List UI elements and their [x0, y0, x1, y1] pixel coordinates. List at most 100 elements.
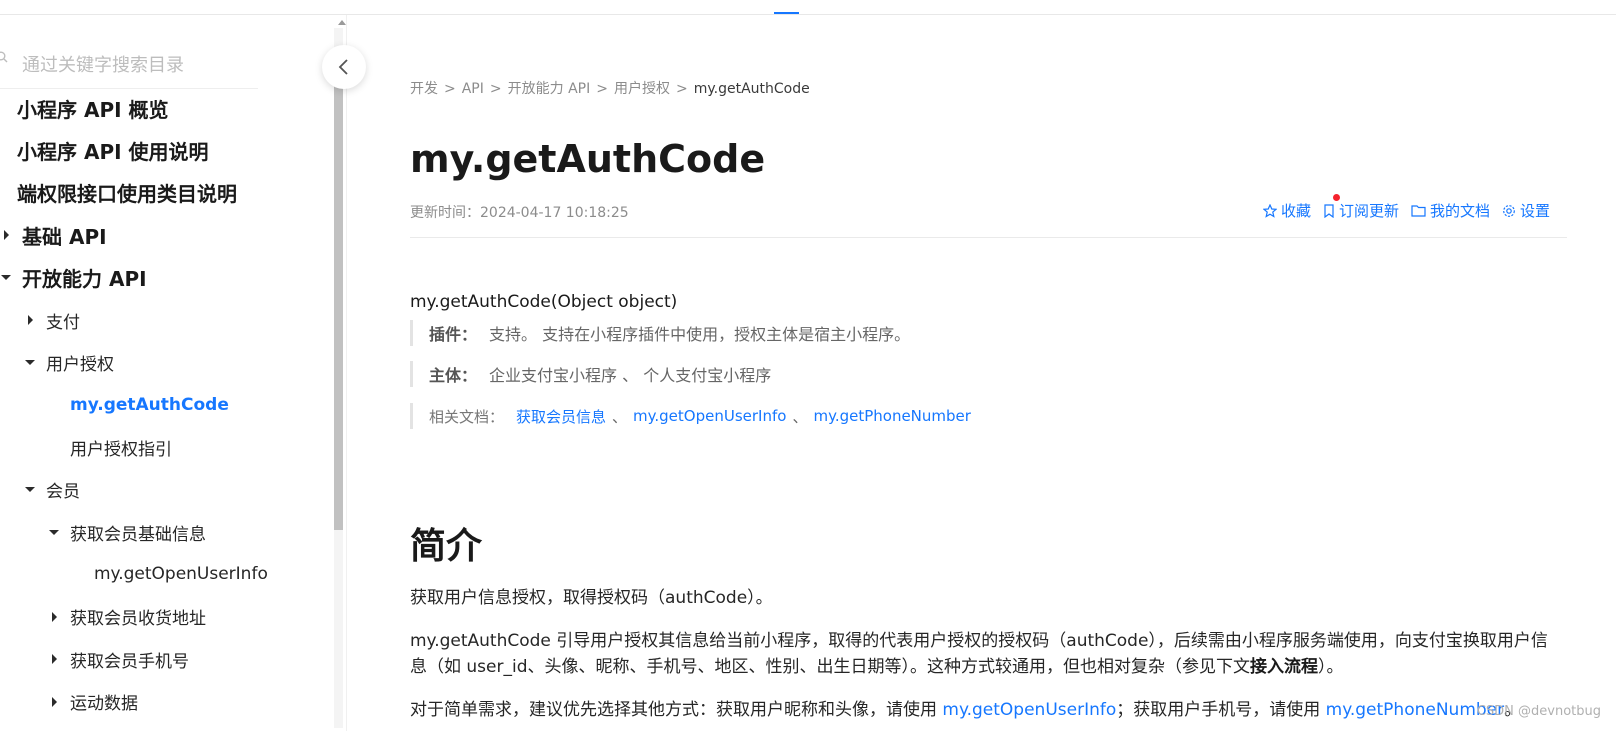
sidebar-scroll-thumb[interactable]: [334, 60, 343, 530]
catalog-search: [0, 37, 258, 89]
doc-content: 开发 > API > 开放能力 API > 用户授权 > my.getAuthCode my.g…: [410, 0, 1616, 731]
divider: [410, 237, 1567, 238]
scroll-up-arrow[interactable]: [338, 20, 346, 25]
sidebar-item-label: 小程序 API 概览: [17, 97, 169, 122]
subscribe-button[interactable]: 订阅更新: [1323, 194, 1399, 221]
meta-subject-value: 企业支付宝小程序 、 个人支付宝小程序: [489, 366, 772, 385]
related-link[interactable]: my.getOpenUserInfo: [633, 407, 786, 425]
sidebar-item[interactable]: 小程序 API 概览: [0, 93, 169, 123]
sidebar-item[interactable]: 支付: [24, 305, 80, 335]
folder-icon: [1411, 205, 1426, 217]
sidebar-item[interactable]: 运动数据: [48, 687, 138, 717]
sidebar-item-label: 支付: [46, 312, 80, 333]
favorite-button[interactable]: 收藏: [1262, 200, 1311, 221]
breadcrumb-item[interactable]: 开发: [410, 81, 438, 97]
sidebar-item-label: 开放能力 API: [22, 267, 147, 292]
sidebar-item-label: 获取会员基础信息: [70, 524, 206, 545]
breadcrumb-separator: >: [444, 81, 456, 97]
sidebar-item-label: 小程序 API 使用说明: [17, 139, 209, 164]
breadcrumb-current: my.getAuthCode: [693, 81, 810, 97]
watermark: CSDN @devnotbug: [1476, 704, 1601, 719]
related-link[interactable]: 获取会员信息: [516, 406, 606, 427]
sidebar-item-label: 获取会员收货地址: [70, 609, 206, 630]
notification-dot: [1332, 194, 1340, 201]
sidebar-item[interactable]: 获取会员收货地址: [48, 602, 206, 632]
api-signature: my.getAuthCode(Object object): [410, 292, 678, 312]
doc-actions: 收藏 订阅更新 我的文档 设置: [1262, 194, 1550, 221]
sidebar-item[interactable]: 用户授权指引: [48, 432, 172, 462]
sidebar-item-label: my.getAuthCode: [70, 394, 229, 415]
collapse-sidebar-button[interactable]: [322, 45, 366, 89]
meta-subject: 主体： 企业支付宝小程序 、 个人支付宝小程序: [410, 361, 771, 387]
sidebar-item[interactable]: my.getAuthCode: [48, 390, 229, 420]
page-title: my.getAuthCode: [410, 137, 766, 181]
sidebar-item-label: 端权限接口使用类目说明: [17, 182, 237, 207]
sidebar-item[interactable]: my.getOpenUserInfo: [72, 559, 268, 589]
settings-button[interactable]: 设置: [1502, 200, 1550, 221]
breadcrumb-item[interactable]: 用户授权: [614, 81, 670, 97]
breadcrumb-item[interactable]: 开放能力 API: [508, 81, 591, 97]
breadcrumb: 开发 > API > 开放能力 API > 用户授权 > my.getAuthCode: [410, 78, 810, 98]
sidebar-item[interactable]: 获取会员手机号: [48, 644, 189, 674]
caret-right-icon: [24, 314, 36, 326]
breadcrumb-separator: >: [675, 81, 688, 97]
sidebar-item-label: 获取会员手机号: [70, 651, 189, 672]
sidebar-item-label: 会员: [46, 482, 80, 503]
meta-plugin: 插件： 支持。 支持在小程序插件中使用，授权主体是宿主小程序。: [410, 320, 910, 346]
meta-plugin-label: 插件：: [429, 325, 478, 344]
sidebar-item[interactable]: 获取会员基础信息: [48, 517, 206, 547]
bookmark-icon: [1324, 203, 1334, 218]
sidebar-item-label: my.getOpenUserInfo: [94, 564, 268, 585]
search-input[interactable]: [22, 51, 252, 79]
sidebar-item-label: 用户授权: [46, 354, 114, 375]
sidebar-item[interactable]: 基础 API: [0, 220, 107, 250]
breadcrumb-separator: >: [489, 81, 502, 97]
intro-paragraph: 获取用户信息授权，取得授权码（authCode）。: [410, 588, 773, 608]
updated-time: 更新时间：2024-04-17 10:18:25: [410, 205, 629, 221]
caret-down-icon: [24, 484, 36, 496]
breadcrumb-item[interactable]: API: [462, 81, 484, 97]
related-link[interactable]: my.getPhoneNumber: [813, 407, 970, 425]
caret-down-icon: [0, 272, 12, 284]
subscribe-label: 订阅更新: [1338, 202, 1399, 220]
sidebar-item-label: 用户授权指引: [70, 439, 172, 460]
intro-text: my.getAuthCode 引导用户授权其信息给当前小程序，取得的代表用户授权…: [410, 631, 1548, 677]
intro-paragraph: my.getAuthCode 引导用户授权其信息给当前小程序，取得的代表用户授权…: [410, 628, 1550, 680]
caret-down-icon: [24, 356, 36, 368]
settings-label: 设置: [1519, 202, 1550, 220]
sidebar-item-label: 基础 API: [22, 224, 107, 249]
caret-right-icon: [48, 653, 60, 665]
sidebar-item[interactable]: 开放能力 API: [0, 263, 147, 293]
caret-right-icon: [48, 696, 60, 708]
sidebar-item[interactable]: 会员: [24, 475, 80, 505]
inline-link[interactable]: my.getOpenUserInfo: [942, 700, 1116, 720]
caret-right-icon: [0, 229, 12, 241]
search-icon: [0, 51, 8, 63]
breadcrumb-separator: >: [596, 81, 608, 97]
access-flow-text: 接入流程: [1250, 657, 1318, 677]
sidebar-item-label: 运动数据: [70, 694, 138, 715]
meta-plugin-value: 支持。 支持在小程序插件中使用，授权主体是宿主小程序。: [489, 325, 911, 344]
sidebar-item[interactable]: 小程序 API 使用说明: [0, 135, 209, 165]
sidebar: 小程序 API 概览小程序 API 使用说明端权限接口使用类目说明基础 API 开…: [0, 15, 347, 731]
meta-subject-label: 主体：: [429, 366, 478, 385]
sidebar-item[interactable]: 用户授权: [24, 347, 114, 377]
intro-text: 对于简单需求，建议优先选择其他方式：获取用户昵称和头像，请使用: [410, 700, 943, 720]
caret-right-icon: [48, 611, 60, 623]
caret-down-icon: [48, 526, 60, 538]
link-separator: 、: [792, 407, 808, 426]
star-icon: [1262, 203, 1277, 218]
my-docs-button[interactable]: 我的文档: [1411, 200, 1490, 221]
my-docs-label: 我的文档: [1429, 202, 1490, 220]
gear-icon: [1503, 204, 1515, 217]
intro-text: ）。: [1318, 657, 1344, 677]
sidebar-item[interactable]: 端权限接口使用类目说明: [0, 178, 237, 208]
intro-text: ；获取用户手机号，请使用: [1116, 700, 1326, 720]
meta-related-label: 相关文档：: [429, 407, 505, 426]
